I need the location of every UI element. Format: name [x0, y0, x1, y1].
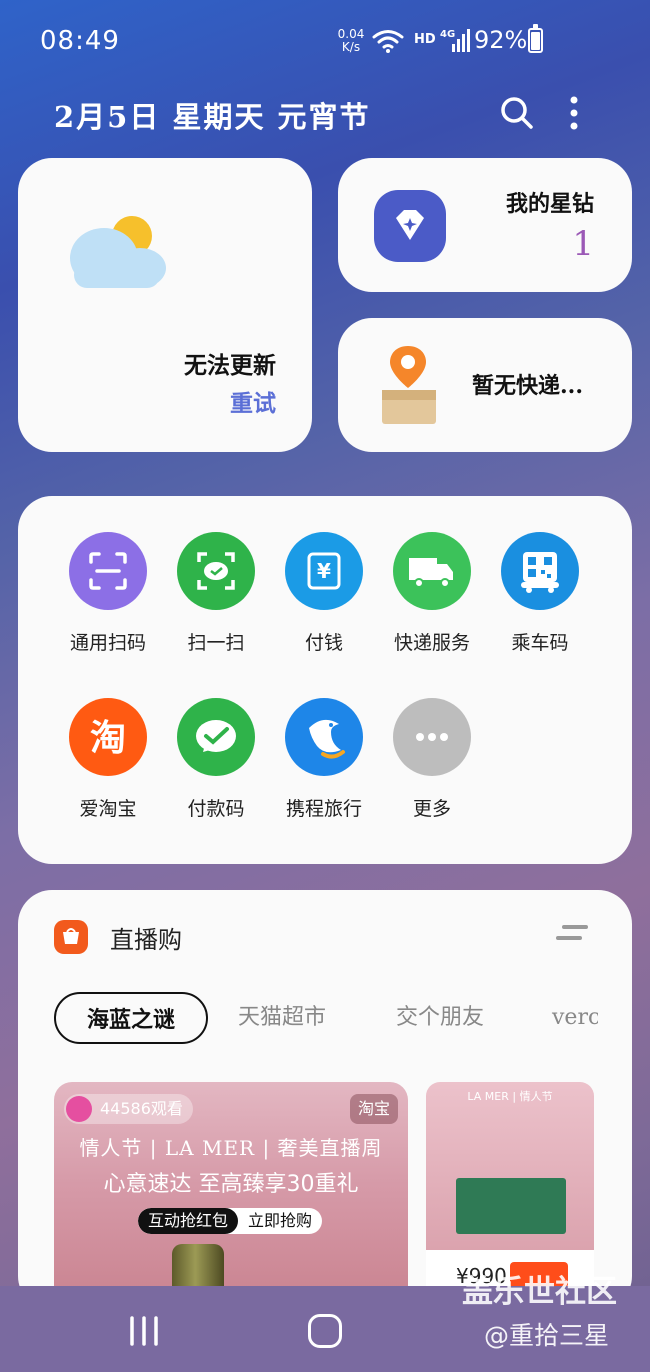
more-vertical-icon[interactable] [560, 94, 588, 132]
side-promo-header: LA MER | 情人节 [467, 1090, 553, 1103]
battery-icon [528, 24, 543, 53]
product-image: LA MER | 情人节 [426, 1082, 594, 1250]
watermark-community: 盖乐世社区 [462, 1274, 617, 1310]
hd-indicator: HD [414, 32, 436, 47]
svg-text:¥: ¥ [317, 559, 331, 583]
ctrip-dolphin-icon [285, 698, 363, 776]
shortcut-label: 通用扫码 [69, 632, 146, 654]
shortcut-pay[interactable]: ¥ 付钱 [270, 532, 378, 662]
weather-card[interactable]: 无法更新 重试 [18, 158, 312, 452]
tab-verc[interactable]: verc [552, 992, 598, 1044]
recent-apps-icon[interactable] [128, 1316, 160, 1346]
wechat-scan-icon [177, 532, 255, 610]
shortcut-label: 快递服务 [393, 632, 470, 654]
shortcut-general-scan[interactable]: 通用扫码 [54, 532, 162, 662]
more-dots-icon [393, 698, 471, 776]
live-promo-main[interactable]: 44586观看 淘宝 情人节 | LA MER | 奢美直播周 心意速达 至高臻… [54, 1082, 408, 1310]
weather-status: 无法更新 [184, 352, 276, 379]
shortcut-taobao[interactable]: 淘 爱淘宝 [54, 698, 162, 828]
diamond-star-icon [374, 190, 446, 262]
platform-badge: 淘宝 [349, 1094, 398, 1124]
package-location-icon [382, 346, 436, 424]
tab-tmall-supermarket[interactable]: 天猫超市 [238, 992, 326, 1044]
promo-offer-line: 心意速达 至高臻享30重礼 [103, 1172, 359, 1197]
weather-retry-link[interactable]: 重试 [230, 384, 276, 418]
signal-icon: 4G [440, 29, 470, 52]
star-count: 1 [572, 224, 594, 264]
star-diamond-card[interactable]: 我的星钻 1 [338, 158, 632, 292]
gift-box-image [456, 1178, 566, 1234]
svg-text:4G: 4G [440, 29, 455, 40]
header-date: 2月5日 星期天 元宵节 [54, 100, 371, 134]
buy-now-button[interactable]: 立即抢购 [238, 1208, 322, 1234]
tab-lamer[interactable]: 海蓝之谜 [54, 992, 208, 1044]
bus-qr-icon [501, 532, 579, 610]
svg-text:淘: 淘 [90, 718, 126, 759]
viewer-count-badge: 44586观看 [64, 1094, 193, 1124]
shortcut-payment-code[interactable]: 付款码 [162, 698, 270, 828]
shortcut-label: 更多 [412, 798, 451, 820]
tab-jiaogepengyou[interactable]: 交个朋友 [396, 992, 484, 1044]
taobao-icon: 淘 [69, 698, 147, 776]
watermark-author: @重拾三星 [484, 1321, 610, 1350]
status-bar: 08:49 0.04 K/s HD 4G 92% [0, 0, 650, 80]
shortcut-label: 付钱 [304, 632, 343, 654]
wechat-pay-icon [177, 698, 255, 776]
shortcut-more[interactable]: 更多 [378, 698, 486, 828]
live-wave-icon [66, 1096, 92, 1122]
shortcut-label: 乘车码 [511, 632, 569, 654]
yuan-pay-icon: ¥ [285, 532, 363, 610]
search-icon[interactable] [498, 94, 536, 132]
shortcut-ctrip[interactable]: 携程旅行 [270, 698, 378, 828]
partly-cloudy-icon [70, 216, 166, 288]
shortcuts-panel: 通用扫码 扫一扫 ¥ 付钱 快递服务 乘车码 淘 爱淘宝 付款码 携程旅行 更多 [18, 496, 632, 864]
battery-percent: 92% [474, 26, 528, 54]
shortcut-label: 爱淘宝 [79, 798, 137, 820]
promo-brand-line: 情人节 | LA MER | 奢美直播周 [79, 1136, 383, 1160]
live-shopping-card: 直播购 海蓝之谜 天猫超市 交个朋友 verc 44586观看 淘宝 情人节 |… [18, 890, 632, 1310]
shortcut-label: 携程旅行 [285, 798, 362, 820]
wifi-icon [372, 30, 404, 53]
status-time: 08:49 [40, 26, 120, 56]
shortcut-bus-code[interactable]: 乘车码 [486, 532, 594, 662]
truck-icon [393, 532, 471, 610]
home-button-icon[interactable] [308, 1314, 342, 1348]
shortcut-label: 扫一扫 [187, 632, 245, 654]
shortcut-express-service[interactable]: 快递服务 [378, 532, 486, 662]
star-title: 我的星钻 [505, 191, 594, 217]
network-speed: 0.04 K/s [337, 27, 365, 54]
promo-buttons[interactable]: 互动抢红包 立即抢购 [138, 1208, 323, 1234]
express-card[interactable]: 暂无快递... [338, 318, 632, 452]
scan-frame-icon [69, 532, 147, 610]
express-status: 暂无快递... [472, 373, 583, 399]
shortcut-label: 付款码 [187, 798, 245, 820]
shortcut-wechat-scan[interactable]: 扫一扫 [162, 532, 270, 662]
red-packet-button[interactable]: 互动抢红包 [138, 1208, 239, 1234]
